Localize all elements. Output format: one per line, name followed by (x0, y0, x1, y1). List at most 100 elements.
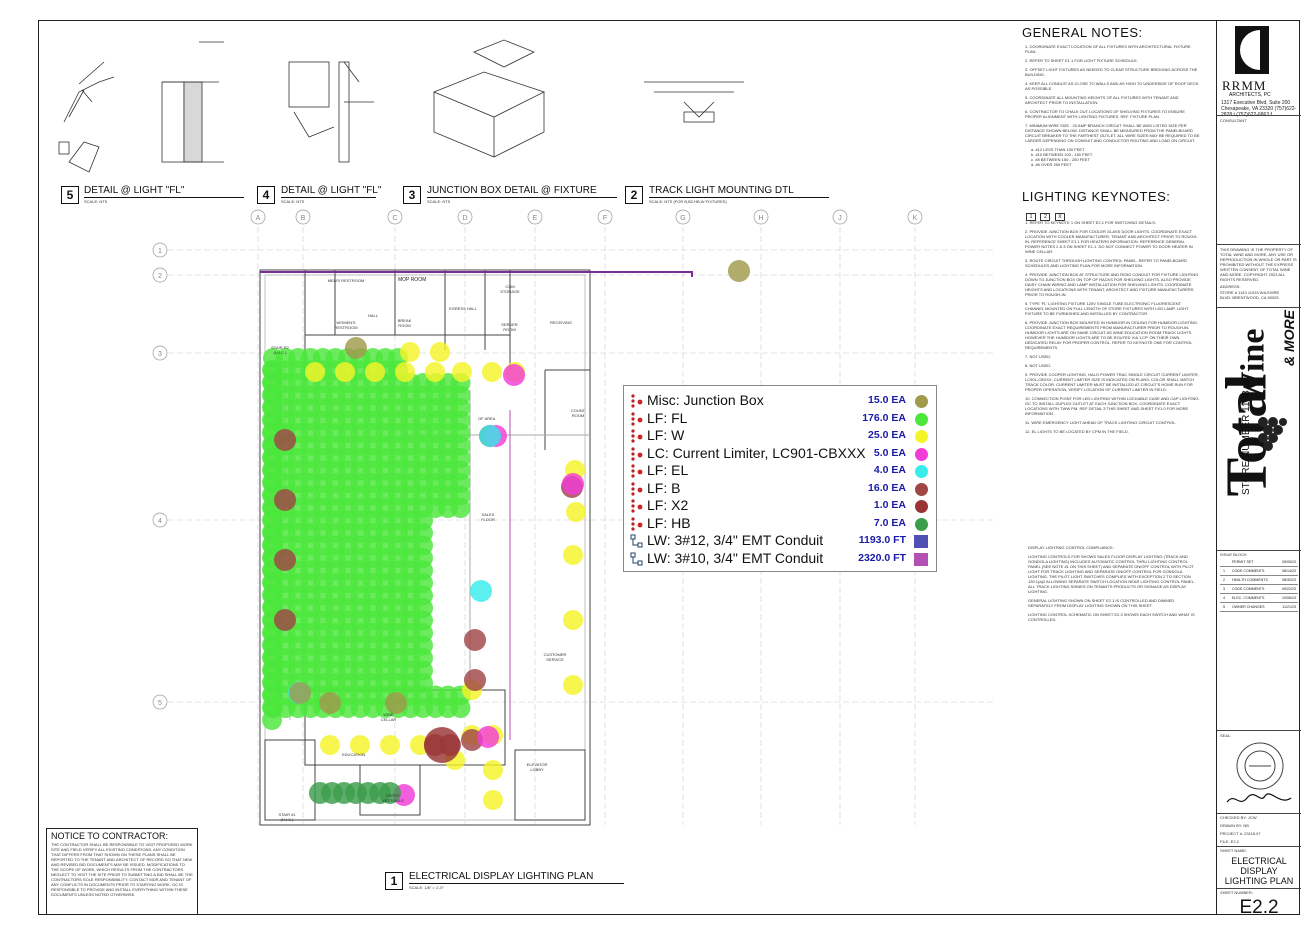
room-label-sales-floor: SALES FLOOR (481, 512, 495, 522)
issue-date: 09/22/23 (1282, 587, 1296, 591)
room-label-womens-restroom: WOMEN'S RESTROOM (334, 320, 358, 330)
keynote-item: 12. EL LIGHTS TO BE LOCATED BY CPM IN TH… (1025, 429, 1129, 434)
keynote-item: 9. PROVIDE COOPER LIGHTING, HALO POWER T… (1025, 372, 1199, 392)
room-label-count-room: COUNT ROOM (570, 408, 586, 418)
grapes-icon (1258, 417, 1287, 451)
junction-box (345, 337, 367, 359)
issue-label: OWNER CHANGES (1232, 605, 1265, 609)
w-fixture (482, 362, 502, 382)
b-fixture (274, 489, 296, 511)
keynote-item: 10. CONNECTION POINT FOR LED LIGHTING WI… (1025, 396, 1200, 416)
b-fixture (464, 629, 486, 651)
issue-num: 4 (1223, 596, 1225, 600)
engineer-seal (1236, 742, 1284, 790)
legend-label: LF: FL (647, 409, 688, 426)
legend-quantity: 176.0 EA (862, 411, 906, 424)
w-fixture (425, 362, 445, 382)
title-block: RRMM ARCHITECTS, PC 1317 Executive Blvd,… (1214, 20, 1301, 918)
checked-by: CHECKED BY: JCW (1220, 815, 1257, 820)
w-fixture (563, 675, 583, 695)
dot-chain-icon (630, 498, 644, 514)
legend-swatch (915, 465, 928, 478)
project-number: PROJECT #: 23118.07 (1220, 831, 1261, 836)
room-label-stair-r2: STAIR R2 (N.I.C.) (271, 345, 289, 355)
plan-scale: SCALE: 1/8" = 1'-0" (409, 885, 444, 890)
issue-num: 5 (1223, 605, 1225, 609)
w-fixture (483, 760, 503, 780)
issue-block-label: ISSUE BLOCK (1220, 552, 1247, 557)
w-fixture (320, 735, 340, 755)
legend-swatch (915, 412, 928, 426)
legend-swatch (914, 552, 928, 566)
fl-fixture (450, 498, 471, 518)
issue-num: 3 (1223, 587, 1225, 591)
legend-swatch (915, 482, 928, 496)
general-note: 6. CONTRACTOR TO CHALK OUT LOCATIONS OF … (1025, 109, 1185, 119)
fl-fixture (450, 698, 471, 718)
lc-fixture (503, 364, 525, 386)
legend-label: LW: 3#10, 3/4" EMT Conduit (647, 549, 824, 566)
w-fixture (483, 790, 503, 810)
room-label-receiving: RECEIVING (550, 320, 573, 325)
w-fixture (563, 545, 583, 565)
legend-label: LF: X2 (647, 497, 689, 513)
issue-list: PERMIT SET 05/05/23 1 CODE COMMENTS 08/14/23… (1220, 558, 1298, 612)
lighting-keynotes-title: LIGHTING KEYNOTES: (1022, 189, 1171, 204)
keynote-item: 8. NOT USED. (1025, 363, 1052, 368)
wire-size-note: d. #6 OVER 250 FEET (1031, 162, 1072, 167)
general-note: 5. COORDINATE ALL MOUNTING HEIGHTS OF AL… (1025, 95, 1179, 105)
quantity-legend: Misc: Junction Box 15.0 EA LF: FL 176.0 EA L… (623, 385, 937, 572)
legend-label: LC: Current Limiter, LC901-CBXXX (647, 444, 866, 461)
legend-swatch (915, 395, 928, 408)
signature-icon (1226, 793, 1292, 803)
store-number: STORE NUMBER 1143 (1241, 390, 1252, 495)
el-fixture (479, 425, 501, 447)
issue-date: 05/05/23 (1282, 560, 1296, 564)
w-fixture (380, 735, 400, 755)
seal-label: SEAL: (1220, 733, 1232, 738)
drawn-by: DRAWN BY: NB (1220, 823, 1249, 828)
legend-label: LF: W (647, 427, 685, 443)
dot-chain-icon (630, 463, 644, 479)
junction-box (385, 692, 407, 714)
w-fixture (335, 362, 355, 382)
legend-swatch (914, 535, 928, 548)
issue-num: 2 (1223, 578, 1225, 582)
room-label-mop-room: MOP ROOM (398, 277, 427, 283)
b-fixture (464, 669, 486, 691)
legend-quantity: 1193.0 FT (858, 534, 906, 546)
w-fixture (365, 362, 385, 382)
room-label-egress-hall: EGRESS HALL (449, 306, 477, 311)
issue-row: 2 HEALTH COMMENTS 08/30/23 (1220, 576, 1298, 585)
lc-fixture (562, 473, 584, 495)
rrmm-logo (1235, 26, 1285, 74)
issue-row: PERMIT SET 05/05/23 (1220, 558, 1298, 567)
b-fixture (274, 429, 296, 451)
legend-label: LF: EL (647, 462, 689, 478)
legend-swatch (915, 430, 928, 443)
dot-chain-icon (630, 428, 644, 444)
lighting-keynotes-list: 1. REFER TO KEYNOTE 1 ON SHEET E2.1 FOR … (1025, 220, 1200, 438)
total-wine-logo: Total Wine & MORE STORE NUMBER 1143 (1214, 310, 1298, 550)
brand-more: & MORE (1281, 310, 1297, 366)
issue-date: 10/06/23 (1282, 596, 1296, 600)
legend-quantity: 4.0 EA (873, 464, 906, 476)
notice-to-contractor: NOTICE TO CONTRACTOR: THE CONTRACTOR SHA… (46, 828, 198, 915)
room-label-of-area: OF AREA (478, 416, 496, 421)
sheet-number-label: SHEET NUMBER: (1220, 890, 1253, 895)
general-note: 2. REFER TO SHEET E1.1 FOR LIGHT FIXTURE… (1025, 58, 1138, 63)
keynote-item: 6. PROVIDE JUNCTION BOX MOUNTED IN HUMID… (1025, 320, 1199, 350)
room-label-elevator-lobby: ELEVATOR LOBBY (526, 762, 548, 772)
keynote-item: 2. PROVIDE JUNCTION BOX FOR COOLER GLASS… (1025, 229, 1198, 254)
legend-swatch (915, 500, 928, 513)
compliance-para: GENERAL LIGHTING SHOWN ON SHEET E2.1 IS … (1028, 598, 1175, 608)
issue-date: 08/30/23 (1282, 578, 1296, 582)
legend-swatch (915, 517, 928, 531)
legend-label: LW: 3#12, 3/4" EMT Conduit (647, 532, 824, 548)
sheet-name: ELECTRICAL DISPLAY LIGHTING PLAN (1224, 856, 1294, 886)
issue-row: 5 OWNER CHANGES 11/21/23 (1220, 603, 1298, 612)
room-label-entry-vestibule: ENTRY VESTIBULE (381, 793, 404, 803)
run-icon (630, 533, 644, 549)
el-fixture (470, 580, 492, 602)
notice-title: NOTICE TO CONTRACTOR: (51, 831, 169, 841)
